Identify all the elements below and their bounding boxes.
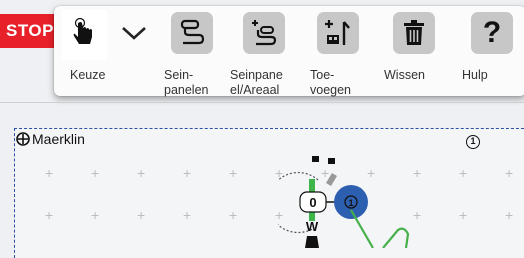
- keuze-label: Keuze: [70, 68, 106, 82]
- grid-marker: +: [137, 207, 146, 223]
- trash-icon: [404, 20, 424, 45]
- grid-marker: +: [229, 207, 238, 223]
- grid-marker: +: [183, 207, 192, 223]
- seinpanelen-tool[interactable]: [166, 6, 218, 54]
- signal-element[interactable]: 0 1 W: [278, 150, 428, 248]
- hulp-tool[interactable]: ?: [466, 6, 518, 54]
- seinpaneel-areaal-label-1: Seinpane: [230, 68, 283, 82]
- hand-pointer-icon: [73, 17, 92, 44]
- grid-marker: +: [505, 207, 514, 223]
- flag-left: [312, 156, 319, 162]
- keuze-dropdown[interactable]: [114, 6, 154, 54]
- grid-marker: +: [137, 165, 146, 181]
- seinpaneel-areaal-label-2: el/Areaal: [230, 83, 280, 97]
- chevron-down-icon: [122, 27, 146, 40]
- area-name: Maerklin: [32, 131, 85, 147]
- signal-node-symbol: 1: [348, 198, 353, 208]
- grid-marker: +: [91, 207, 100, 223]
- toevoegen-label-1: Toe-: [310, 68, 335, 82]
- wissen-tool[interactable]: [388, 6, 440, 54]
- needle-grey: [326, 173, 337, 186]
- toevoegen-tool[interactable]: [312, 6, 364, 54]
- area-info-icon[interactable]: 1: [466, 135, 480, 149]
- grid-marker: +: [459, 165, 468, 181]
- grid-marker: +: [459, 207, 468, 223]
- grid-marker: +: [183, 165, 192, 181]
- area-title[interactable]: Maerklin: [16, 131, 85, 147]
- grid-marker: +: [229, 165, 238, 181]
- signal-value: 0: [309, 195, 316, 210]
- help-icon: ?: [482, 16, 502, 49]
- area-target-icon: [16, 132, 30, 146]
- toevoegen-label-2: voegen: [310, 83, 352, 97]
- hulp-label: Hulp: [462, 68, 488, 82]
- signal-letter: W: [306, 219, 319, 234]
- grid-marker: +: [91, 165, 100, 181]
- signal-panel-area-icon: [252, 20, 277, 46]
- grid-marker: +: [505, 165, 514, 181]
- signal-panels-icon: [180, 19, 205, 45]
- toolbar: Keuze Sein- panelen Seinpane el/Areaal T…: [54, 6, 524, 97]
- keuze-tool[interactable]: [62, 6, 107, 54]
- seinpanelen-label-1: Sein-: [164, 68, 194, 82]
- add-item-icon: [325, 20, 350, 45]
- grid-marker: +: [45, 165, 54, 181]
- seinpanelen-label-2: panelen: [164, 83, 209, 97]
- signal-base-icon: [305, 236, 319, 248]
- flag-right: [328, 158, 335, 164]
- wissen-label: Wissen: [384, 68, 425, 82]
- seinpaneel-areaal-tool[interactable]: [238, 6, 290, 54]
- toolbar-separator: [0, 102, 524, 103]
- layout-area[interactable]: [14, 128, 524, 258]
- grid-marker: +: [45, 207, 54, 223]
